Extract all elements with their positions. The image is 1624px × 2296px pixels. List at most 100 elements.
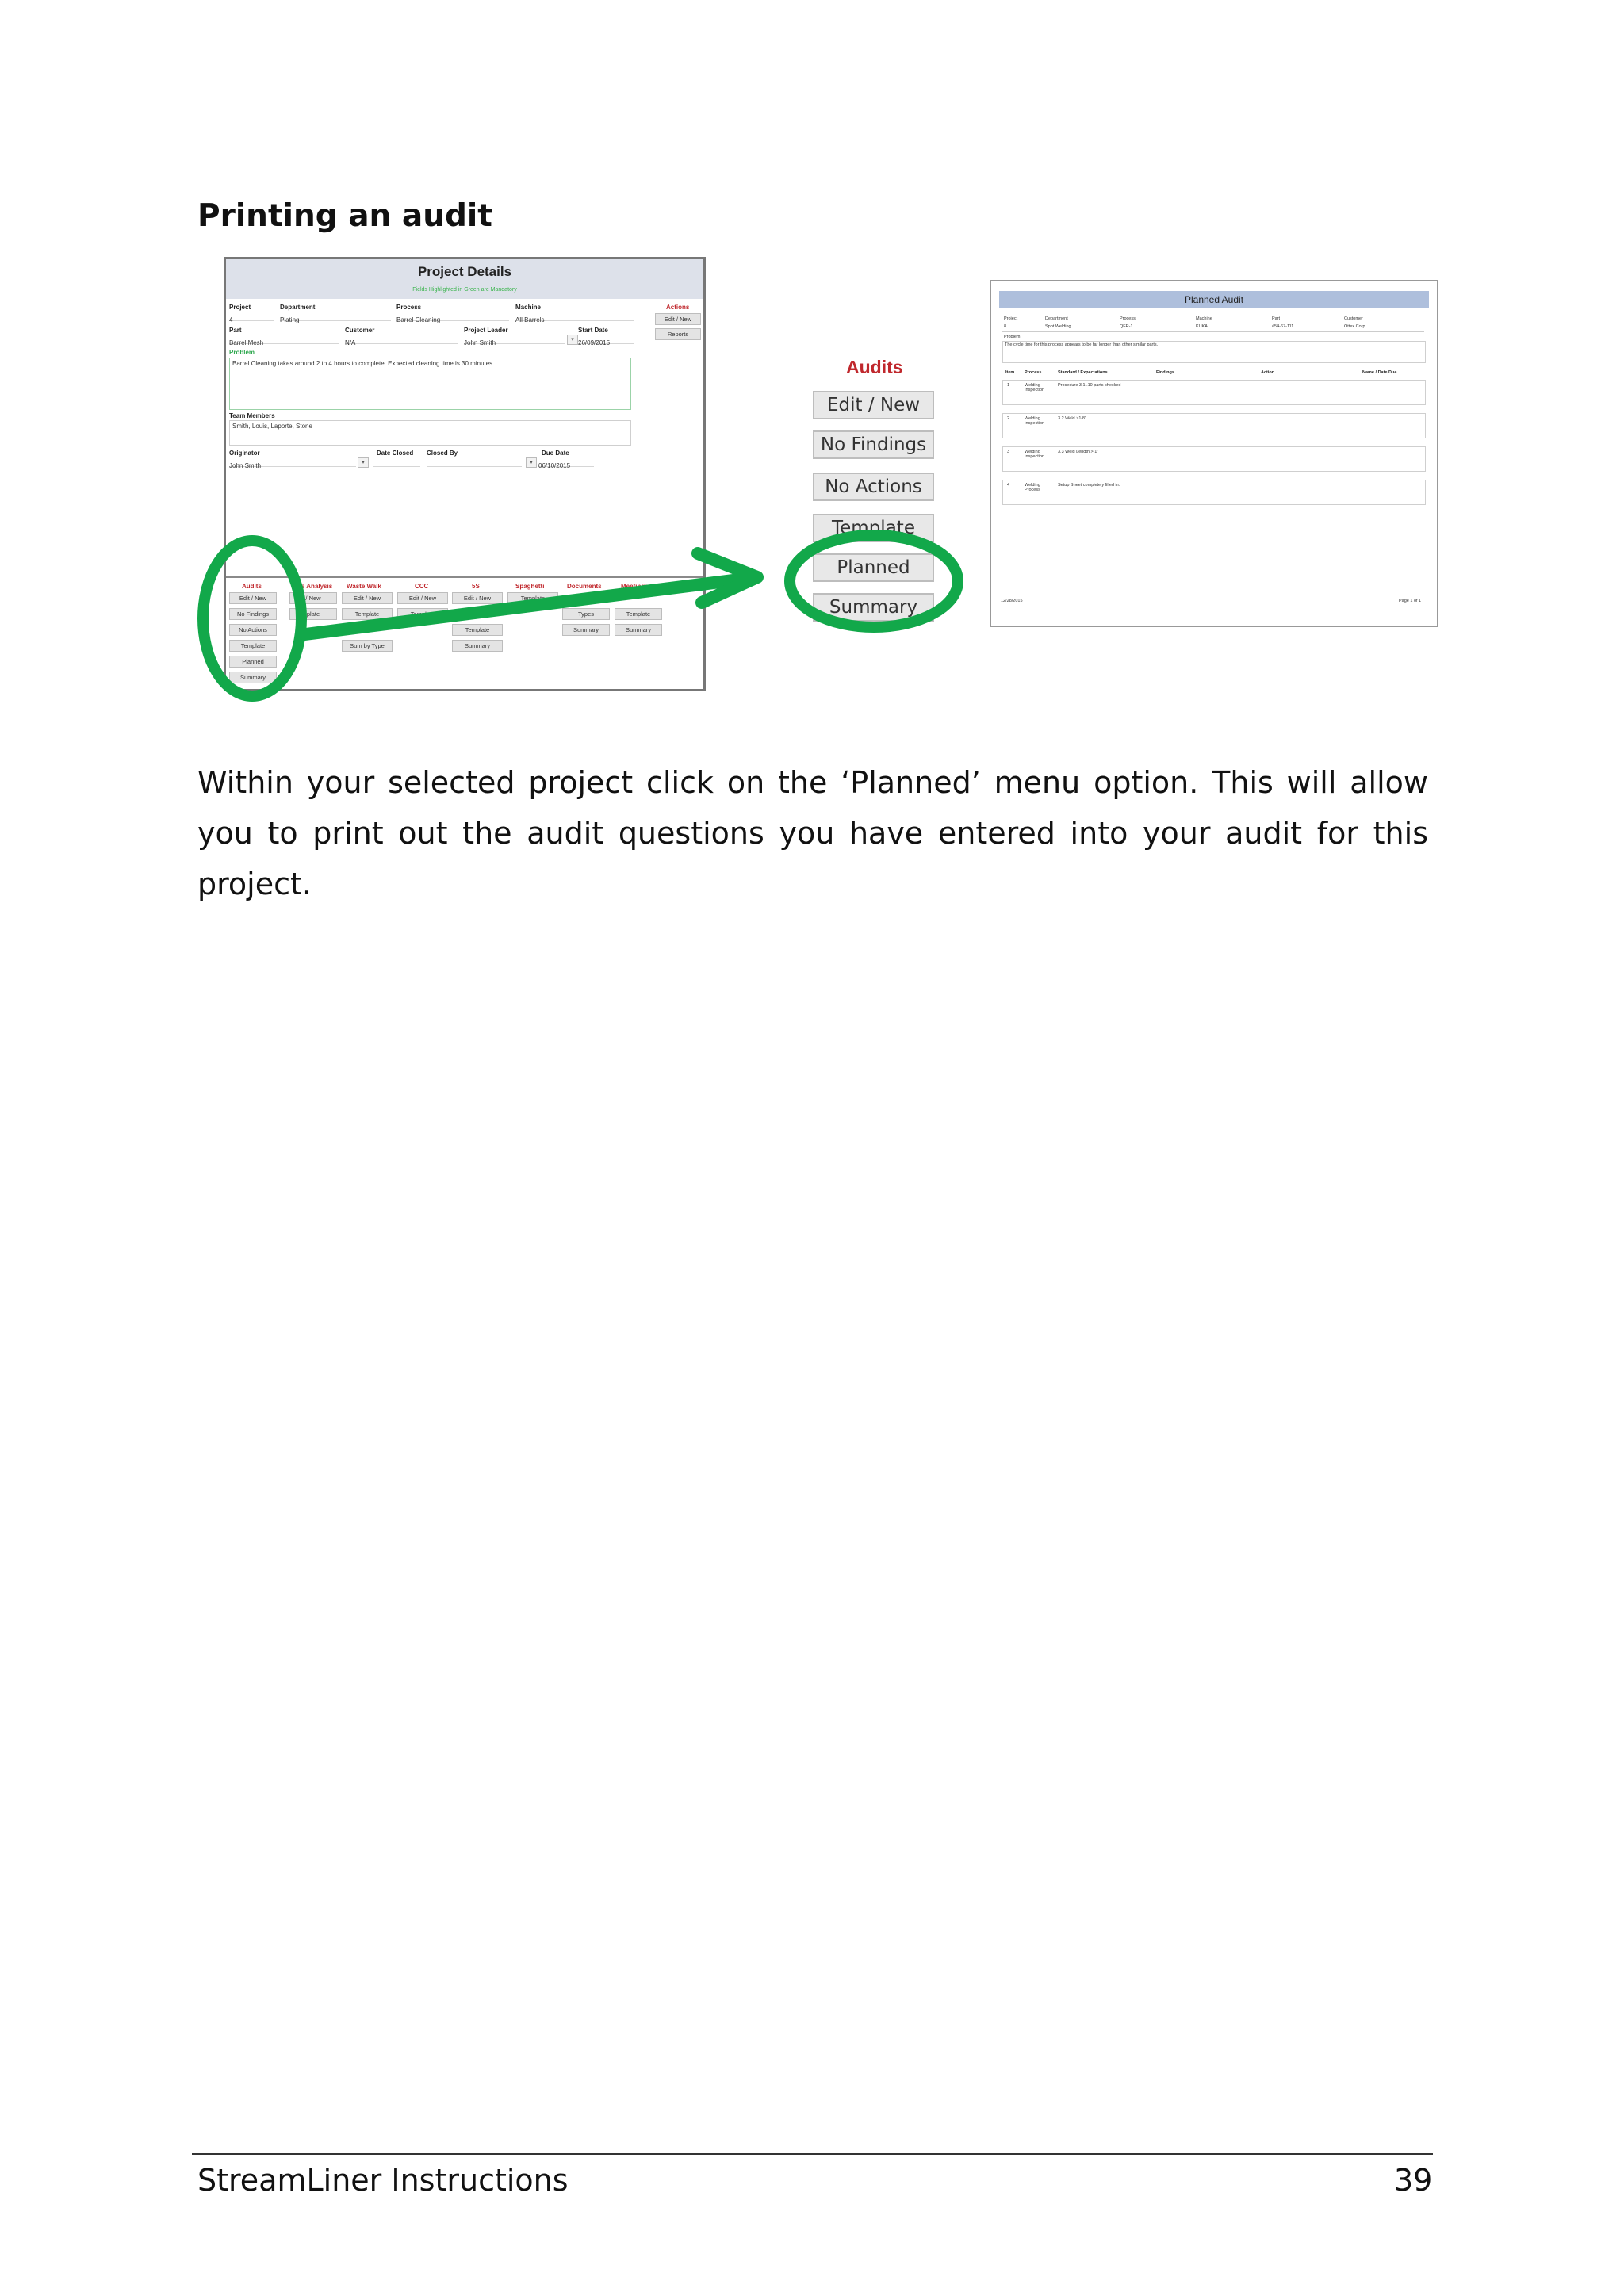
start-date-field[interactable]: 26/09/2015 (578, 335, 634, 346)
department-field[interactable]: Plating (280, 312, 391, 323)
process-label: Process (396, 304, 422, 311)
menu-waste-walk-template[interactable]: Template (342, 608, 393, 620)
machine-label: Machine (515, 304, 542, 311)
row-process: Welding Process (1025, 483, 1040, 492)
audits-no-findings-button[interactable]: No Findings (813, 430, 934, 459)
team-members-label: Team Members (229, 412, 275, 419)
customer-label: Customer (345, 327, 375, 334)
closed-by-field[interactable] (427, 457, 522, 467)
audits-planned-button[interactable]: Planned (813, 553, 934, 582)
report-header-customer-label: Customer (1344, 316, 1363, 321)
menu-spaghetti-label: Spaghetti (515, 583, 545, 590)
report-part-value: #54-67-111 (1272, 324, 1294, 329)
page-number: 39 (1394, 2163, 1433, 2198)
col-findings: Findings (1156, 370, 1174, 375)
report-project-value: 8 (1004, 324, 1007, 329)
col-process: Process (1025, 370, 1042, 375)
row-item: 3 (1007, 450, 1010, 454)
report-header-rule (1002, 331, 1424, 332)
report-header-part-label: Part (1272, 316, 1281, 321)
team-members-field[interactable]: Smith, Louis, Laporte, Stone (229, 420, 631, 446)
row-standard: Setup Sheet completely filled in. (1058, 483, 1120, 488)
due-date-dropdown-icon[interactable]: ▾ (526, 457, 537, 468)
menu-waste-walk-sum-by-type[interactable]: Sum by Type (342, 640, 393, 652)
menu-ccc-template[interactable]: Template (397, 608, 448, 620)
problem-textarea[interactable]: Barrel Cleaning takes around 2 to 4 hour… (229, 358, 631, 410)
originator-label: Originator (229, 450, 260, 457)
menu-5s-label: 5S (472, 583, 480, 590)
audits-summary-button[interactable]: Summary (813, 593, 934, 622)
menu-ccc-edit-new[interactable]: Edit / New (397, 592, 448, 604)
row-item: 4 (1007, 483, 1010, 488)
menu-waste-walk-edit-new[interactable]: Edit / New (342, 592, 393, 604)
report-footer-page: Page 1 of 1 (1399, 599, 1422, 603)
report-footer-date: 12/28/2015 (1001, 599, 1023, 603)
process-field[interactable]: Barrel Cleaning (396, 312, 509, 323)
menu-meetings-summary[interactable]: Summary (615, 624, 662, 636)
originator-dropdown-icon[interactable]: ▾ (358, 457, 369, 468)
report-problem-label: Problem (1004, 335, 1021, 339)
menu-ccc-label: CCC (415, 583, 429, 590)
menu-documents-types[interactable]: Types (562, 608, 610, 620)
menu-process-analysis-template[interactable]: plate (289, 608, 337, 620)
col-name-date-due: Name / Date Due (1362, 370, 1397, 375)
machine-field[interactable]: All Barrels (515, 312, 634, 323)
problem-label: Problem (229, 349, 255, 356)
report-machine-value: KUKA (1196, 324, 1208, 329)
menu-5s-template[interactable]: Template (452, 624, 503, 636)
report-header-machine-label: Machine (1196, 316, 1212, 321)
menu-audits-no-actions[interactable]: No Actions (229, 624, 277, 636)
part-label: Part (229, 327, 242, 334)
instruction-paragraph: Within your selected project click on th… (197, 765, 1428, 901)
menu-audits-template[interactable]: Template (229, 640, 277, 652)
footer-divider (192, 2153, 1433, 2155)
row-item: 1 (1007, 383, 1010, 388)
date-closed-label: Date Closed (377, 450, 414, 457)
project-field[interactable]: 4 (229, 312, 274, 323)
menu-meetings-template[interactable]: Template (615, 608, 662, 620)
mandatory-fields-note: Fields Highlighted in Green are Mandator… (412, 287, 517, 293)
menu-audits-label: Audits (242, 583, 262, 590)
row-process: Welding Inspection (1025, 450, 1045, 459)
menu-5s-summary[interactable]: Summary (452, 640, 503, 652)
footer-document-title: StreamLiner Instructions (197, 2163, 569, 2198)
report-header-process-label: Process (1120, 316, 1136, 321)
project-label: Project (229, 304, 251, 311)
col-standard: Standard / Expectations (1058, 370, 1108, 375)
report-customer-value: Ottex Corp (1344, 324, 1365, 329)
row-process: Welding Inspection (1025, 383, 1045, 392)
menu-spaghetti-template[interactable]: Template (508, 592, 558, 604)
project-details-screenshot: Project Details Fields Highlighted in Gr… (224, 257, 706, 691)
report-header-project-label: Project (1004, 316, 1018, 321)
due-date-label: Due Date (542, 450, 569, 457)
menu-audits-edit-new[interactable]: Edit / New (229, 592, 277, 604)
menu-documents-summary[interactable]: Summary (562, 624, 610, 636)
audits-no-actions-button[interactable]: No Actions (813, 473, 934, 501)
start-date-dropdown-icon[interactable]: ▾ (567, 335, 578, 345)
menu-meetings-label: Meetings (621, 583, 649, 590)
reports-button[interactable]: Reports (655, 328, 701, 340)
originator-field[interactable]: John Smith (229, 457, 356, 469)
menu-5s-edit-new[interactable]: Edit / New (452, 592, 503, 604)
row-process: Welding Inspection (1025, 416, 1045, 426)
report-header-department-label: Department (1045, 316, 1068, 321)
menu-documents-label: Documents (567, 583, 602, 590)
menu-divider (226, 576, 703, 578)
actions-edit-new-button[interactable]: Edit / New (655, 313, 701, 325)
menu-audits-summary[interactable]: Summary (229, 672, 277, 683)
section-heading: Printing an audit (197, 198, 492, 234)
menu-process-analysis-edit-new[interactable]: / New (289, 592, 337, 604)
audits-template-button[interactable]: Template (813, 514, 934, 542)
menu-audits-no-findings[interactable]: No Findings (229, 608, 277, 620)
part-field[interactable]: Barrel Mesh (229, 335, 339, 346)
project-leader-field[interactable]: John Smith (464, 335, 565, 346)
department-label: Department (280, 304, 316, 311)
audits-edit-new-button[interactable]: Edit / New (813, 391, 934, 419)
due-date-field[interactable]: 06/10/2015 (538, 457, 594, 469)
col-action: Action (1261, 370, 1275, 375)
menu-audits-planned[interactable]: Planned (229, 656, 277, 668)
date-closed-field[interactable] (373, 457, 420, 467)
customer-field[interactable]: N/A (345, 335, 458, 346)
row-standard: 3.3 Weld Length > 1" (1058, 450, 1099, 454)
annotation-arrow-head (691, 547, 764, 609)
